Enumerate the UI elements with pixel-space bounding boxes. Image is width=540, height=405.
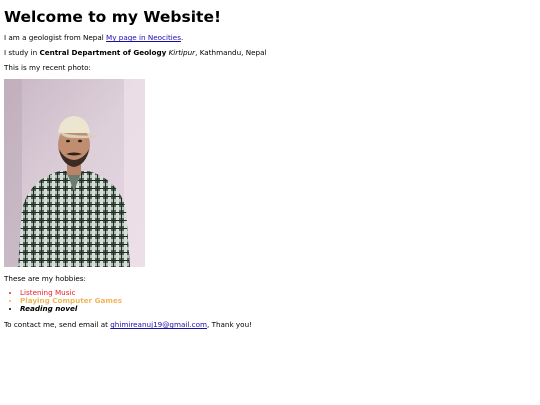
- photo-caption: This is my recent photo:: [4, 63, 91, 72]
- study-suffix: , Kathmandu, Nepal: [195, 48, 267, 57]
- page-title: Welcome to my Website!: [4, 8, 222, 26]
- contact-prefix: To contact me, send email at: [4, 320, 111, 329]
- hobbies-list: Listening Music Playing Computer Games R…: [8, 289, 122, 313]
- hobbies-title: These are my hobbies:: [4, 274, 86, 283]
- study-prefix: I study in: [4, 48, 40, 57]
- page: Welcome to my Website! I am a geologist …: [0, 0, 540, 405]
- contact-paragraph: To contact me, send email at ghimireanuj…: [4, 320, 252, 330]
- profile-photo: [4, 79, 145, 267]
- study-paragraph: I study in Central Department of Geology…: [4, 48, 267, 58]
- intro-paragraph: I am a geologist from Nepal My page in N…: [4, 33, 183, 43]
- contact-suffix: , Thank you!: [207, 320, 253, 329]
- intro-text: I am a geologist from Nepal: [4, 33, 107, 42]
- place-name: Kirtipur: [168, 48, 196, 57]
- email-link[interactable]: ghimireanuj19@gmail.com: [110, 320, 207, 329]
- neocities-link[interactable]: My page in Neocities: [106, 33, 181, 42]
- department-name: Central Department of Geology: [39, 48, 167, 57]
- hobby-item: Reading novel: [20, 305, 122, 313]
- intro-period: .: [180, 33, 184, 42]
